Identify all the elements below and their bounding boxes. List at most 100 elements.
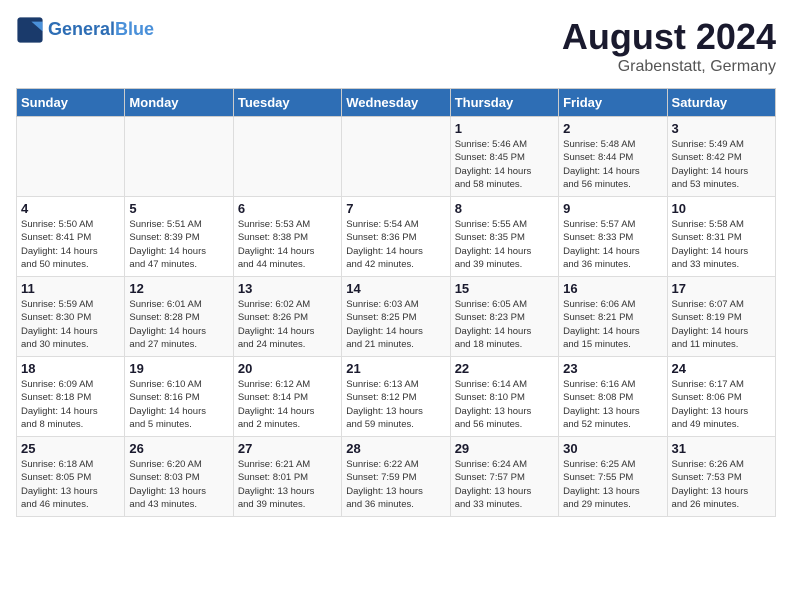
calendar-body: 1 Sunrise: 5:46 AM Sunset: 8:45 PM Daylig… bbox=[17, 117, 776, 517]
calendar-week-3: 11 Sunrise: 5:59 AM Sunset: 8:30 PM Dayli… bbox=[17, 277, 776, 357]
day-number: 1 bbox=[455, 121, 554, 136]
day-number: 18 bbox=[21, 361, 120, 376]
day-info: Sunrise: 5:59 AM Sunset: 8:30 PM Dayligh… bbox=[21, 298, 120, 351]
weekday-header-wednesday: Wednesday bbox=[342, 89, 450, 117]
calendar-cell: 11 Sunrise: 5:59 AM Sunset: 8:30 PM Dayli… bbox=[17, 277, 125, 357]
calendar-cell: 9Sunrise: 5:57 AM Sunset: 8:33 PM Daylig… bbox=[559, 197, 667, 277]
day-number: 15 bbox=[455, 281, 554, 296]
day-number: 27 bbox=[238, 441, 337, 456]
day-number: 22 bbox=[455, 361, 554, 376]
logo-text: GeneralBlue bbox=[48, 20, 154, 40]
day-number: 7 bbox=[346, 201, 445, 216]
day-number: 20 bbox=[238, 361, 337, 376]
calendar-cell: 30 Sunrise: 6:25 AM Sunset: 7:55 PM Dayli… bbox=[559, 437, 667, 517]
calendar-cell: 2 Sunrise: 5:48 AM Sunset: 8:44 PM Daylig… bbox=[559, 117, 667, 197]
weekday-header-saturday: Saturday bbox=[667, 89, 775, 117]
calendar-cell: 16 Sunrise: 6:06 AM Sunset: 8:21 PM Dayli… bbox=[559, 277, 667, 357]
calendar-cell: 26Sunrise: 6:20 AM Sunset: 8:03 PM Dayli… bbox=[125, 437, 233, 517]
calendar-cell: 15 Sunrise: 6:05 AM Sunset: 8:23 PM Dayli… bbox=[450, 277, 558, 357]
calendar-cell: 6 Sunrise: 5:53 AM Sunset: 8:38 PM Daylig… bbox=[233, 197, 341, 277]
calendar-cell: 8 Sunrise: 5:55 AM Sunset: 8:35 PM Daylig… bbox=[450, 197, 558, 277]
header: GeneralBlue August 2024 Grabenstatt, Ger… bbox=[16, 16, 776, 76]
calendar-header: SundayMondayTuesdayWednesdayThursdayFrid… bbox=[17, 89, 776, 117]
calendar-week-1: 1 Sunrise: 5:46 AM Sunset: 8:45 PM Daylig… bbox=[17, 117, 776, 197]
page-title: August 2024 bbox=[562, 16, 776, 58]
calendar-cell bbox=[233, 117, 341, 197]
calendar-cell: 18 Sunrise: 6:09 AM Sunset: 8:18 PM Dayli… bbox=[17, 357, 125, 437]
day-info: Sunrise: 6:06 AM Sunset: 8:21 PM Dayligh… bbox=[563, 298, 662, 351]
day-number: 16 bbox=[563, 281, 662, 296]
calendar-week-5: 25Sunrise: 6:18 AM Sunset: 8:05 PM Dayli… bbox=[17, 437, 776, 517]
day-info: Sunrise: 6:16 AM Sunset: 8:08 PM Dayligh… bbox=[563, 378, 662, 431]
logo-line1: General bbox=[48, 19, 115, 39]
day-number: 12 bbox=[129, 281, 228, 296]
day-number: 11 bbox=[21, 281, 120, 296]
day-info: Sunrise: 6:24 AM Sunset: 7:57 PM Dayligh… bbox=[455, 458, 554, 511]
day-info: Sunrise: 6:12 AM Sunset: 8:14 PM Dayligh… bbox=[238, 378, 337, 431]
day-number: 10 bbox=[672, 201, 771, 216]
day-number: 6 bbox=[238, 201, 337, 216]
calendar-cell: 5Sunrise: 5:51 AM Sunset: 8:39 PM Daylig… bbox=[125, 197, 233, 277]
day-number: 28 bbox=[346, 441, 445, 456]
calendar-cell: 28Sunrise: 6:22 AM Sunset: 7:59 PM Dayli… bbox=[342, 437, 450, 517]
day-number: 13 bbox=[238, 281, 337, 296]
calendar-cell bbox=[125, 117, 233, 197]
calendar-cell: 19 Sunrise: 6:10 AM Sunset: 8:16 PM Dayli… bbox=[125, 357, 233, 437]
calendar-cell bbox=[342, 117, 450, 197]
weekday-header-thursday: Thursday bbox=[450, 89, 558, 117]
day-info: Sunrise: 6:21 AM Sunset: 8:01 PM Dayligh… bbox=[238, 458, 337, 511]
weekday-header-row: SundayMondayTuesdayWednesdayThursdayFrid… bbox=[17, 89, 776, 117]
day-info: Sunrise: 5:58 AM Sunset: 8:31 PM Dayligh… bbox=[672, 218, 771, 271]
calendar-week-2: 4 Sunrise: 5:50 AM Sunset: 8:41 PM Daylig… bbox=[17, 197, 776, 277]
day-info: Sunrise: 5:51 AM Sunset: 8:39 PM Dayligh… bbox=[129, 218, 228, 271]
day-info: Sunrise: 6:14 AM Sunset: 8:10 PM Dayligh… bbox=[455, 378, 554, 431]
weekday-header-monday: Monday bbox=[125, 89, 233, 117]
day-number: 29 bbox=[455, 441, 554, 456]
calendar-cell: 20 Sunrise: 6:12 AM Sunset: 8:14 PM Dayli… bbox=[233, 357, 341, 437]
day-number: 4 bbox=[21, 201, 120, 216]
calendar-cell: 25Sunrise: 6:18 AM Sunset: 8:05 PM Dayli… bbox=[17, 437, 125, 517]
calendar-cell: 7 Sunrise: 5:54 AM Sunset: 8:36 PM Daylig… bbox=[342, 197, 450, 277]
calendar-cell: 13Sunrise: 6:02 AM Sunset: 8:26 PM Dayli… bbox=[233, 277, 341, 357]
day-info: Sunrise: 6:09 AM Sunset: 8:18 PM Dayligh… bbox=[21, 378, 120, 431]
day-info: Sunrise: 6:05 AM Sunset: 8:23 PM Dayligh… bbox=[455, 298, 554, 351]
logo: GeneralBlue bbox=[16, 16, 154, 44]
day-info: Sunrise: 6:17 AM Sunset: 8:06 PM Dayligh… bbox=[672, 378, 771, 431]
day-info: Sunrise: 5:55 AM Sunset: 8:35 PM Dayligh… bbox=[455, 218, 554, 271]
day-info: Sunrise: 5:54 AM Sunset: 8:36 PM Dayligh… bbox=[346, 218, 445, 271]
title-area: August 2024 Grabenstatt, Germany bbox=[562, 16, 776, 76]
calendar-week-4: 18 Sunrise: 6:09 AM Sunset: 8:18 PM Dayli… bbox=[17, 357, 776, 437]
calendar-table: SundayMondayTuesdayWednesdayThursdayFrid… bbox=[16, 88, 776, 517]
day-number: 23 bbox=[563, 361, 662, 376]
day-number: 19 bbox=[129, 361, 228, 376]
day-info: Sunrise: 5:49 AM Sunset: 8:42 PM Dayligh… bbox=[672, 138, 771, 191]
calendar-cell: 23 Sunrise: 6:16 AM Sunset: 8:08 PM Dayli… bbox=[559, 357, 667, 437]
day-info: Sunrise: 5:46 AM Sunset: 8:45 PM Dayligh… bbox=[455, 138, 554, 191]
day-info: Sunrise: 6:25 AM Sunset: 7:55 PM Dayligh… bbox=[563, 458, 662, 511]
day-number: 24 bbox=[672, 361, 771, 376]
calendar-cell: 21 Sunrise: 6:13 AM Sunset: 8:12 PM Dayli… bbox=[342, 357, 450, 437]
day-number: 25 bbox=[21, 441, 120, 456]
day-number: 30 bbox=[563, 441, 662, 456]
day-info: Sunrise: 6:01 AM Sunset: 8:28 PM Dayligh… bbox=[129, 298, 228, 351]
weekday-header-sunday: Sunday bbox=[17, 89, 125, 117]
day-info: Sunrise: 6:03 AM Sunset: 8:25 PM Dayligh… bbox=[346, 298, 445, 351]
day-number: 8 bbox=[455, 201, 554, 216]
day-info: Sunrise: 5:50 AM Sunset: 8:41 PM Dayligh… bbox=[21, 218, 120, 271]
calendar-cell: 29 Sunrise: 6:24 AM Sunset: 7:57 PM Dayli… bbox=[450, 437, 558, 517]
day-number: 2 bbox=[563, 121, 662, 136]
day-number: 14 bbox=[346, 281, 445, 296]
day-info: Sunrise: 6:07 AM Sunset: 8:19 PM Dayligh… bbox=[672, 298, 771, 351]
day-info: Sunrise: 5:53 AM Sunset: 8:38 PM Dayligh… bbox=[238, 218, 337, 271]
day-number: 21 bbox=[346, 361, 445, 376]
calendar-cell: 12 Sunrise: 6:01 AM Sunset: 8:28 PM Dayli… bbox=[125, 277, 233, 357]
day-info: Sunrise: 6:13 AM Sunset: 8:12 PM Dayligh… bbox=[346, 378, 445, 431]
weekday-header-tuesday: Tuesday bbox=[233, 89, 341, 117]
day-info: Sunrise: 5:48 AM Sunset: 8:44 PM Dayligh… bbox=[563, 138, 662, 191]
calendar-cell: 1 Sunrise: 5:46 AM Sunset: 8:45 PM Daylig… bbox=[450, 117, 558, 197]
day-info: Sunrise: 6:10 AM Sunset: 8:16 PM Dayligh… bbox=[129, 378, 228, 431]
calendar-cell: 17 Sunrise: 6:07 AM Sunset: 8:19 PM Dayli… bbox=[667, 277, 775, 357]
day-number: 17 bbox=[672, 281, 771, 296]
calendar-cell: 10 Sunrise: 5:58 AM Sunset: 8:31 PM Dayli… bbox=[667, 197, 775, 277]
calendar-cell: 31Sunrise: 6:26 AM Sunset: 7:53 PM Dayli… bbox=[667, 437, 775, 517]
